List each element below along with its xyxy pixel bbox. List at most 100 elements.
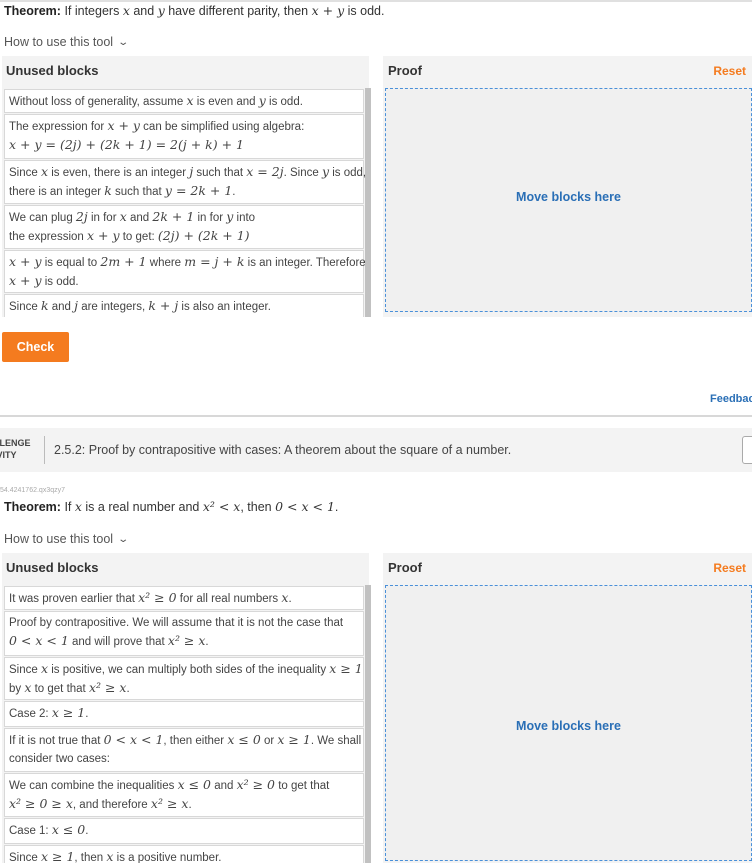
math-expression: k <box>104 183 112 198</box>
text-fragment: to get that <box>31 683 89 695</box>
text-fragment: If it is not true that <box>9 735 104 747</box>
proof-block[interactable]: If it is not true that 0 < x < 1, then e… <box>4 728 364 772</box>
how-to-use-label: How to use this tool <box>4 35 114 49</box>
block-line: Since x ≥ 1, then x is a positive number… <box>9 848 359 863</box>
proof-title: Proof <box>388 560 422 575</box>
block-line: Since x is even, there is an integer j s… <box>9 163 366 182</box>
math-expression: x + y <box>9 273 42 288</box>
proof-dropzone[interactable]: Move blocks here <box>385 88 752 312</box>
math-expression: x² ≥ x <box>88 680 127 695</box>
proof-block[interactable]: Since x is positive, we can multiply bot… <box>4 657 364 700</box>
move-blocks-hint: Move blocks here <box>516 719 621 733</box>
reset-button[interactable]: Reset <box>713 56 752 86</box>
text-fragment: consider two cases: <box>9 753 110 765</box>
text-fragment: Without loss of generality, assume <box>9 96 187 108</box>
how-to-use-toggle[interactable]: How to use this tool ⌄ <box>4 532 129 546</box>
unused-blocks-list: It was proven earlier that x² ≥ 0 for al… <box>2 585 371 863</box>
text-fragment: , then <box>74 852 107 863</box>
theorem-1: Theorem: If integers x and y have differ… <box>4 3 384 18</box>
math-expression: y <box>321 164 329 179</box>
math-expression: x <box>186 93 194 108</box>
check-button[interactable]: Check <box>2 332 69 362</box>
math-expression: m = j + k <box>184 254 245 269</box>
proof-block[interactable]: It was proven earlier that x² ≥ 0 for al… <box>4 586 364 610</box>
proof-dropzone[interactable]: Move blocks here <box>385 585 752 861</box>
section-divider <box>0 415 752 417</box>
proof-block[interactable]: Case 2: x ≥ 1. <box>4 701 364 727</box>
text-fragment: Since <box>9 167 41 179</box>
scrollbar[interactable] <box>365 585 371 863</box>
text-fragment: The expression for <box>9 121 108 133</box>
text-fragment: Since <box>9 852 41 863</box>
block-line: It was proven earlier that x² ≥ 0 for al… <box>9 589 359 608</box>
theorem-text: If integers x and y have different parit… <box>64 3 385 18</box>
text-fragment: , and therefore <box>72 799 151 811</box>
text-fragment: is odd, <box>329 167 367 179</box>
activity-id: 54.4241762.qx3qzy7 <box>0 487 65 494</box>
feedback-link[interactable]: Feedbac <box>710 393 752 405</box>
text-fragment: are integers, <box>78 301 149 313</box>
text-fragment: , then either <box>163 735 228 747</box>
proof-block[interactable]: Since x ≥ 1, then x is a positive number… <box>4 845 364 863</box>
text-fragment: is odd. <box>344 4 385 18</box>
text-fragment: where <box>146 257 185 269</box>
text-fragment: is a real number and <box>81 500 203 514</box>
text-fragment: is even, there is an integer <box>48 167 190 179</box>
proof-panel: Proof Reset Move blocks here <box>383 56 752 317</box>
proof-block[interactable]: We can plug 2j in for x and 2k + 1 in fo… <box>4 205 364 249</box>
math-expression: x ≤ 0 <box>227 732 261 747</box>
theorem-label: Theorem: <box>4 4 61 18</box>
text-fragment: such that <box>193 167 247 179</box>
text-fragment: to get that <box>275 780 330 792</box>
theorem-text: If x is a real number and x² < x, then 0… <box>64 499 339 514</box>
math-expression: k + j <box>148 298 179 313</box>
math-expression: x ≥ 1 <box>277 732 311 747</box>
how-to-use-toggle[interactable]: How to use this tool ⌄ <box>4 35 129 49</box>
theorem-label: Theorem: <box>4 500 61 514</box>
text-fragment: or <box>260 735 278 747</box>
text-fragment: . <box>126 683 130 695</box>
text-fragment: is odd. <box>265 96 303 108</box>
block-line: Case 1: x ≤ 0. <box>9 821 359 840</box>
math-expression: x <box>122 3 130 18</box>
block-line: If it is not true that 0 < x < 1, then e… <box>9 731 361 750</box>
block-line: there is an integer k such that y = 2k +… <box>9 182 359 201</box>
text-fragment: and <box>126 212 153 224</box>
proof-block[interactable]: Since x is even, there is an integer j s… <box>4 160 366 204</box>
activity-type-line2: IVITY <box>0 450 17 460</box>
math-expression: x ≤ 0 <box>177 777 211 792</box>
how-to-use-label: How to use this tool <box>4 532 114 546</box>
block-line: by x to get that x² ≥ x. <box>9 679 359 698</box>
move-blocks-hint: Move blocks here <box>516 190 621 204</box>
proof-block[interactable]: Case 1: x ≤ 0. <box>4 818 364 844</box>
text-fragment: . <box>232 186 236 198</box>
text-fragment: . <box>188 799 192 811</box>
proof-panel: Proof Reset Move blocks here <box>383 553 752 863</box>
block-line: Case 2: x ≥ 1. <box>9 704 359 723</box>
proof-block[interactable]: Proof by contrapositive. We will assume … <box>4 611 364 656</box>
text-fragment: the expression <box>9 231 87 243</box>
proof-block[interactable]: We can combine the inequalities x ≤ 0 an… <box>4 773 364 817</box>
block-line: Without loss of generality, assume x is … <box>9 92 359 111</box>
scrollbar[interactable] <box>365 88 371 317</box>
text-fragment: It was proven earlier that <box>9 593 139 605</box>
text-fragment: by <box>9 683 25 695</box>
proof-block[interactable]: The expression for x + y can be simplifi… <box>4 114 364 159</box>
proof-block[interactable]: Without loss of generality, assume x is … <box>4 89 364 113</box>
math-expression: x + y <box>311 3 345 18</box>
block-line: x + y = (2j) + (2k + 1) = 2(j + k) + 1 <box>9 136 359 155</box>
text-fragment: We can plug <box>9 212 76 224</box>
activity-type-label: LLENGE IVITY <box>0 437 44 461</box>
reset-button[interactable]: Reset <box>713 553 752 583</box>
math-expression: x² ≥ x <box>167 633 206 648</box>
math-expression: x + y <box>9 254 42 269</box>
activity-completion-box <box>742 436 752 464</box>
proof-block[interactable]: x + y is equal to 2m + 1 where m = j + k… <box>4 250 366 293</box>
text-fragment: . <box>205 636 209 648</box>
text-fragment: . <box>85 708 89 720</box>
proof-block[interactable]: Since k and j are integers, k + j is als… <box>4 294 364 317</box>
activity-type-line1: LLENGE <box>0 438 31 448</box>
theorem-2: Theorem: If x is a real number and x² < … <box>4 499 338 514</box>
text-fragment: . <box>334 500 339 514</box>
math-expression: 0 < x < 1 <box>9 633 69 648</box>
